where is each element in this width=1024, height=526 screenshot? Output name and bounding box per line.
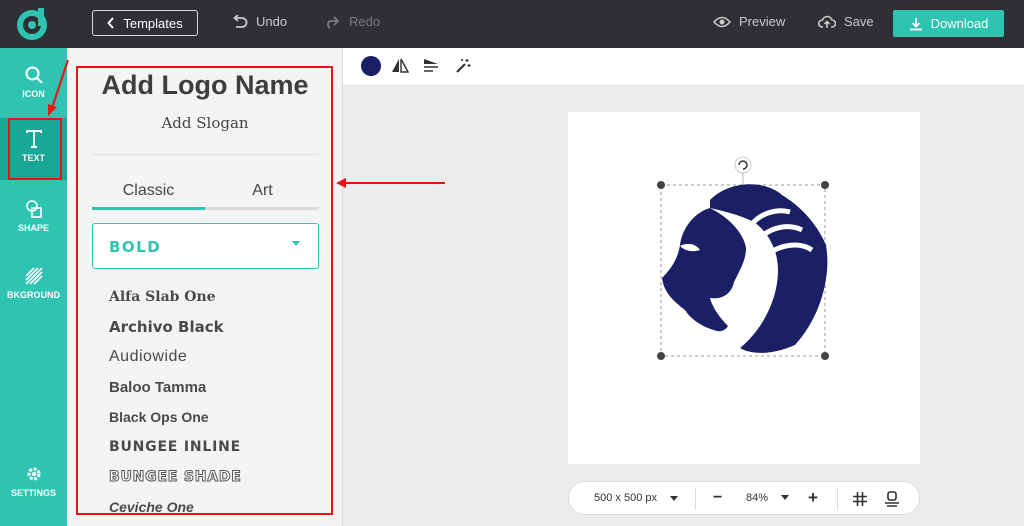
arrow-to-panel (336, 178, 445, 188)
grid-icon[interactable] (853, 492, 867, 506)
resize-handle-bottom-left[interactable] (657, 352, 665, 360)
undo-label: Undo (256, 14, 288, 29)
resize-handle-bottom-right[interactable] (821, 352, 829, 360)
save-label: Save (844, 14, 874, 29)
color-swatch[interactable] (361, 56, 381, 76)
zoom-in-button[interactable]: + (808, 488, 818, 508)
caret-down-icon[interactable] (670, 496, 678, 502)
annotation-panel-box (76, 66, 333, 515)
app-logo-icon[interactable] (15, 7, 49, 41)
zoom-level: 84% (746, 492, 769, 504)
chevron-left-icon (107, 17, 115, 29)
rotate-handle-icon[interactable] (734, 156, 752, 174)
nav-item-shape[interactable]: SHAPE (0, 200, 67, 233)
zoom-divider (837, 488, 838, 510)
zoom-caret-icon[interactable] (781, 495, 789, 501)
background-icon (24, 267, 43, 285)
save-button[interactable]: Save (818, 14, 874, 29)
nav-settings-label: SETTINGS (10, 488, 56, 498)
download-button[interactable]: Download (893, 10, 1004, 37)
preview-button[interactable]: Preview (713, 14, 785, 29)
top-bar: Templates Undo Redo Preview Save Downloa… (0, 0, 1024, 48)
zoom-divider (695, 488, 696, 510)
resize-handle-top-left[interactable] (657, 181, 665, 189)
preview-label: Preview (739, 14, 786, 29)
redo-icon (327, 15, 340, 29)
shape-icon (25, 200, 42, 218)
templates-button[interactable]: Templates (92, 10, 198, 36)
cloud-upload-icon (818, 15, 836, 28)
annotation-text-box (8, 118, 62, 180)
gear-icon (27, 467, 40, 481)
zoom-out-button[interactable]: − (713, 489, 722, 507)
redo-label: Redo (349, 14, 381, 29)
templates-label: Templates (123, 15, 183, 31)
download-icon (909, 17, 922, 30)
magic-wand-icon[interactable] (455, 58, 471, 74)
eye-icon (713, 16, 731, 27)
nav-icon-label: ICON (22, 89, 45, 99)
canvas-zoom-bar: 500 x 500 px − 84% + (568, 481, 920, 515)
nav-item-settings[interactable]: SETTINGS (0, 465, 67, 498)
nav-item-icon[interactable]: ICON (0, 66, 67, 99)
nav-item-background[interactable]: BKGROUND (0, 267, 67, 300)
lion-logo-graphic[interactable] (650, 150, 840, 370)
download-label: Download (930, 16, 989, 31)
element-toolbar (343, 48, 1024, 86)
align-icon[interactable] (423, 58, 439, 74)
resize-handle-top-right[interactable] (821, 181, 829, 189)
undo-button[interactable]: Undo (232, 14, 287, 29)
nav-background-label: BKGROUND (7, 290, 60, 300)
nav-shape-label: SHAPE (17, 223, 49, 233)
flip-icon[interactable] (391, 58, 409, 74)
canvas-size-select[interactable]: 500 x 500 px (594, 492, 657, 504)
redo-button[interactable]: Redo (325, 14, 380, 29)
search-icon (25, 66, 43, 84)
lion-head (662, 184, 828, 353)
undo-icon (233, 14, 248, 28)
align-bottom-icon[interactable] (885, 491, 899, 507)
